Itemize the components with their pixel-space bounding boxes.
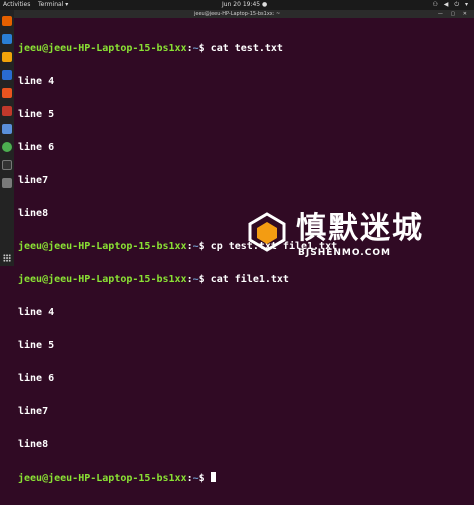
- output-line: line 6: [18, 142, 55, 153]
- activities-button[interactable]: Activities: [3, 0, 30, 10]
- apps-grid-icon[interactable]: [3, 254, 11, 262]
- watermark-logo-icon: [248, 212, 286, 252]
- output-line: line8: [18, 439, 49, 450]
- output-line: line 5: [18, 109, 55, 120]
- chrome-icon[interactable]: [2, 142, 12, 152]
- dock: [0, 10, 14, 266]
- rhythmbox-icon[interactable]: [2, 52, 12, 62]
- prompt-line: jeeu@jeeu-HP-Laptop-15-bs1xx:~$ cat test…: [18, 43, 283, 54]
- app-menu[interactable]: Terminal ▾: [38, 0, 68, 10]
- output-line: line7: [18, 175, 49, 186]
- libreoffice-writer-icon[interactable]: [2, 70, 12, 80]
- window-controls[interactable]: — ▢ ✕: [438, 10, 470, 18]
- output-line: line 6: [18, 373, 55, 384]
- files-icon[interactable]: [2, 124, 12, 134]
- watermark-title: 慎默迷城: [296, 211, 424, 246]
- watermark-subtitle: BJSHENMO.COM: [298, 248, 391, 258]
- clock[interactable]: Jun 20 19:45 ●: [222, 0, 267, 10]
- window-title: jeeu@jeeu-HP-Laptop-15-bs1xx: ~: [194, 11, 281, 17]
- software-icon[interactable]: [2, 88, 12, 98]
- watermark: 慎默迷城 BJSHENMO.COM: [248, 210, 464, 264]
- output-line: line7: [18, 406, 49, 417]
- output-line: line 4: [18, 307, 55, 318]
- command-text: cat test.txt: [210, 43, 283, 54]
- terminal-icon[interactable]: [2, 160, 12, 170]
- top-bar: Activities Terminal ▾ Jun 20 19:45 ● ⚇ ◀…: [0, 0, 474, 10]
- window-titlebar[interactable]: jeeu@jeeu-HP-Laptop-15-bs1xx: ~ — ▢ ✕: [14, 10, 474, 18]
- command-text: cat file1.txt: [210, 274, 289, 285]
- text-cursor: [210, 472, 216, 482]
- help-icon[interactable]: [2, 106, 12, 116]
- prompt-line: jeeu@jeeu-HP-Laptop-15-bs1xx:~$ cat file…: [18, 274, 289, 285]
- output-line: line 4: [18, 76, 55, 87]
- system-tray[interactable]: ⚇ ◀ ⏻ ▾: [433, 0, 470, 10]
- firefox-icon[interactable]: [2, 16, 12, 26]
- thunderbird-icon[interactable]: [2, 34, 12, 44]
- output-line: line 5: [18, 340, 55, 351]
- settings-icon[interactable]: [2, 178, 12, 188]
- prompt-line: jeeu@jeeu-HP-Laptop-15-bs1xx:~$: [18, 472, 470, 484]
